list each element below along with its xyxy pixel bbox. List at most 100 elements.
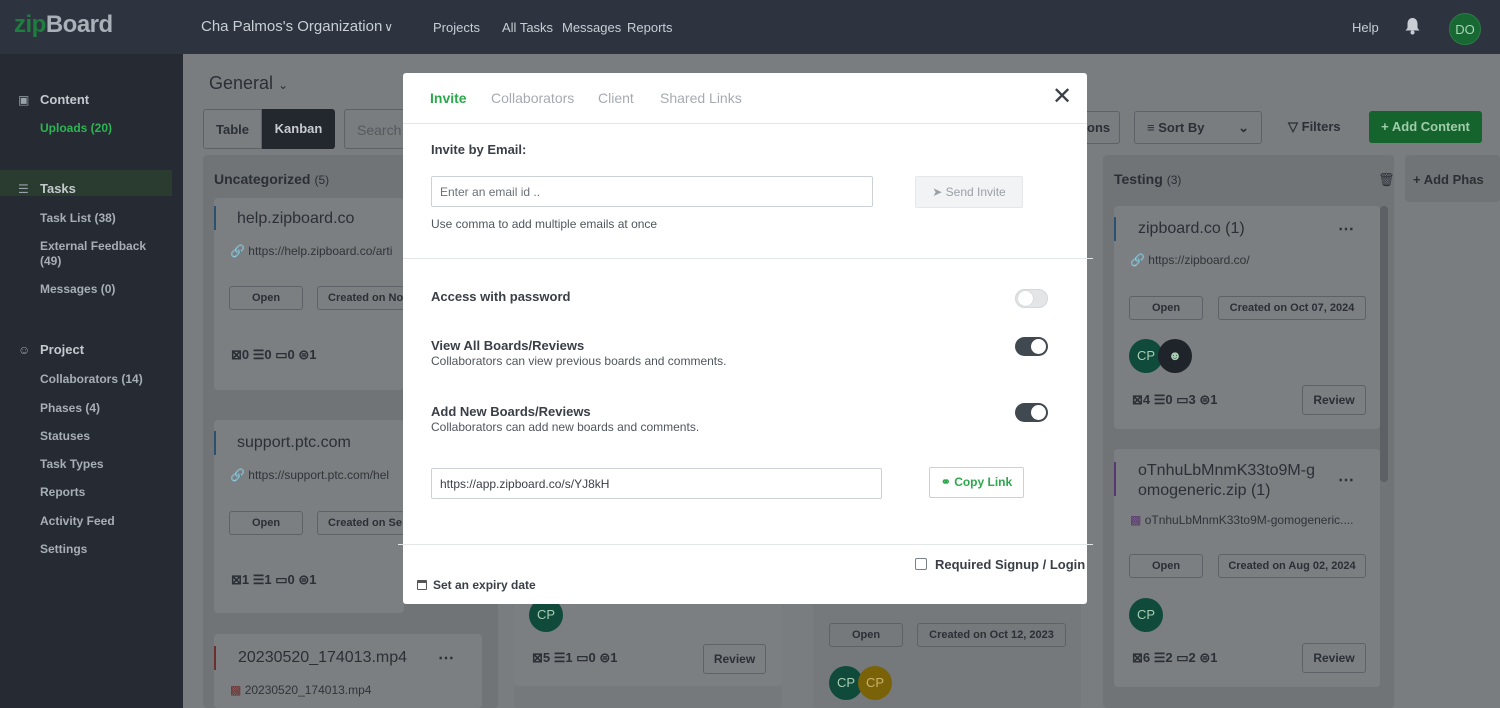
sidebar-item-messages[interactable]: Messages (0)	[40, 282, 115, 297]
card-url[interactable]: 🔗 https://support.ptc.com/hel	[230, 468, 389, 482]
more-options-icon[interactable]: ⋯	[1338, 470, 1355, 490]
close-icon[interactable]: ✕	[1051, 85, 1073, 109]
sidebar-item-collaborators[interactable]: Collaborators (14)	[40, 372, 143, 387]
add-new-boards-label: Add New Boards/Reviews	[431, 404, 591, 419]
status-pill-open[interactable]: Open	[829, 623, 903, 647]
bell-icon[interactable]	[1404, 17, 1421, 35]
sidebar-item-task-types[interactable]: Task Types	[40, 457, 104, 472]
column-title-uncategorized: Uncategorized (5)	[214, 171, 329, 187]
content-heading-label: Content	[40, 92, 90, 107]
users-icon: ☺	[18, 343, 31, 357]
send-invite-button[interactable]: ➤ Send Invite	[915, 176, 1023, 208]
sidebar-item-activity-feed[interactable]: Activity Feed	[40, 514, 115, 529]
card-title[interactable]: oTnhuLbMnmK33to9M-g omogeneric.zip (1)	[1138, 461, 1315, 501]
card-stats: ⊠1 ☰1 ▭0 ⊜1	[231, 572, 317, 587]
view-kanban-button[interactable]: Kanban	[262, 109, 335, 149]
status-pill-open[interactable]: Open	[1129, 554, 1203, 578]
view-table-button[interactable]: Table	[203, 109, 262, 149]
tab-invite[interactable]: Invite	[430, 90, 467, 106]
copy-link-button[interactable]: ⚭ Copy Link	[929, 467, 1024, 498]
zipboard-logo[interactable]: zipBoard	[14, 11, 113, 39]
email-input[interactable]	[431, 176, 873, 207]
review-button[interactable]: Review	[1302, 643, 1366, 673]
created-date-pill: Created on Aug 02, 2024	[1218, 554, 1366, 578]
share-modal: Invite Collaborators Client Shared Links…	[398, 73, 1093, 604]
card-stripe	[1114, 462, 1116, 496]
top-bar: zipBoard Cha Palmos's Organization ∨ Proj…	[0, 0, 1500, 54]
organization-name: Cha Palmos's Organization	[201, 18, 383, 35]
column-scrollbar[interactable]	[1380, 206, 1388, 482]
organization-switcher[interactable]: Cha Palmos's Organization ∨	[201, 18, 393, 35]
filter-icon: ▽	[1288, 119, 1298, 134]
board-title[interactable]: General ⌄	[209, 73, 288, 94]
card-stripe	[214, 431, 216, 455]
card-title[interactable]: support.ptc.com	[237, 433, 351, 453]
video-icon: ▩	[230, 683, 242, 697]
sidebar-heading-content: ▣ Content	[18, 92, 89, 107]
status-pill-open[interactable]: Open	[229, 286, 303, 310]
nav-all-tasks[interactable]: All Tasks	[502, 20, 553, 35]
sidebar-item-phases[interactable]: Phases (4)	[40, 401, 100, 416]
sidebar-item-task-list[interactable]: Task List (38)	[40, 211, 116, 226]
link-icon: 🔗	[230, 468, 245, 482]
review-button[interactable]: Review	[1302, 385, 1366, 415]
status-pill-open[interactable]: Open	[229, 511, 303, 535]
sidebar-item-settings[interactable]: Settings	[40, 542, 87, 557]
external-feedback-label: External Feedback	[40, 239, 147, 253]
sort-by-label: Sort By	[1158, 120, 1205, 135]
tab-client[interactable]: Client	[598, 90, 634, 106]
card-url[interactable]: 🔗 https://zipboard.co/	[1130, 253, 1250, 267]
card-url-text: https://support.ptc.com/hel	[248, 468, 390, 482]
filters-button[interactable]: ▽ Filters	[1276, 111, 1356, 144]
card-stats: ⊠6 ☰2 ▭2 ⊜1	[1132, 650, 1218, 665]
sidebar-item-reports[interactable]: Reports	[40, 485, 85, 500]
add-content-button[interactable]: + Add Content	[1369, 111, 1482, 143]
sidebar-heading-project: ☺ Project	[18, 342, 84, 357]
nav-reports[interactable]: Reports	[627, 20, 673, 35]
help-link[interactable]: Help	[1352, 20, 1379, 35]
created-date-pill: Created on Oct 12, 2023	[917, 623, 1066, 647]
nav-messages[interactable]: Messages	[562, 20, 621, 35]
view-all-boards-toggle[interactable]	[1015, 337, 1048, 356]
card-url-text: https://zipboard.co/	[1148, 253, 1250, 267]
sidebar-item-statuses[interactable]: Statuses	[40, 429, 90, 444]
required-signup-checkbox[interactable]	[915, 558, 927, 570]
invite-by-email-label: Invite by Email:	[431, 142, 527, 157]
card-url[interactable]: 🔗 https://help.zipboard.co/arti	[230, 244, 392, 258]
tab-shared-links[interactable]: Shared Links	[660, 90, 742, 106]
add-phase-button[interactable]: + Add Phas	[1413, 172, 1484, 187]
card-url-text: https://help.zipboard.co/arti	[248, 244, 393, 258]
card-file[interactable]: ▩ 20230520_174013.mp4	[230, 683, 371, 697]
required-signup-label[interactable]: Required Signup / Login	[935, 557, 1085, 572]
card-title[interactable]: zipboard.co (1)	[1138, 219, 1245, 239]
user-avatar[interactable]: DO	[1449, 13, 1481, 45]
card-title[interactable]: 20230520_174013.mp4	[238, 648, 407, 668]
card-file[interactable]: ▩ oTnhuLbMnmK33to9M-gomogeneric....	[1130, 513, 1353, 527]
share-link-field[interactable]	[431, 468, 882, 499]
sidebar-item-uploads[interactable]: Uploads (20)	[40, 121, 112, 136]
access-password-toggle[interactable]	[1015, 289, 1048, 308]
more-options-icon[interactable]: ⋯	[438, 648, 455, 668]
review-button[interactable]: Review	[703, 644, 766, 674]
card-stats: ⊠4 ☰0 ▭3 ⊜1	[1132, 392, 1218, 407]
avatar: CP	[1129, 598, 1163, 632]
list-icon: ☰	[18, 182, 29, 196]
zip-file-icon: ▩	[1130, 513, 1142, 527]
add-new-boards-toggle[interactable]	[1015, 403, 1048, 422]
status-pill-open[interactable]: Open	[1129, 296, 1203, 320]
set-expiry-date-link[interactable]: Set an expiry date	[417, 578, 536, 592]
divider	[403, 123, 1087, 124]
sidebar-item-external-feedback[interactable]: External Feedback (49)	[40, 239, 146, 269]
expiry-label: Set an expiry date	[433, 578, 536, 592]
more-options-icon[interactable]: ⋯	[1338, 219, 1355, 239]
card-title[interactable]: help.zipboard.co	[237, 209, 354, 229]
sort-by-dropdown[interactable]: ≡ Sort By ⌄	[1134, 111, 1262, 144]
avatar: CP	[858, 666, 892, 700]
view-all-boards-description: Collaborators can view previous boards a…	[431, 354, 727, 368]
card-file-name: 20230520_174013.mp4	[244, 683, 372, 697]
trash-icon[interactable]: 🗑	[1378, 172, 1395, 188]
nav-projects[interactable]: Projects	[433, 20, 480, 35]
column-title-label: Testing	[1114, 171, 1163, 187]
column-title-label: Uncategorized	[214, 171, 311, 187]
tab-collaborators[interactable]: Collaborators	[491, 90, 574, 106]
